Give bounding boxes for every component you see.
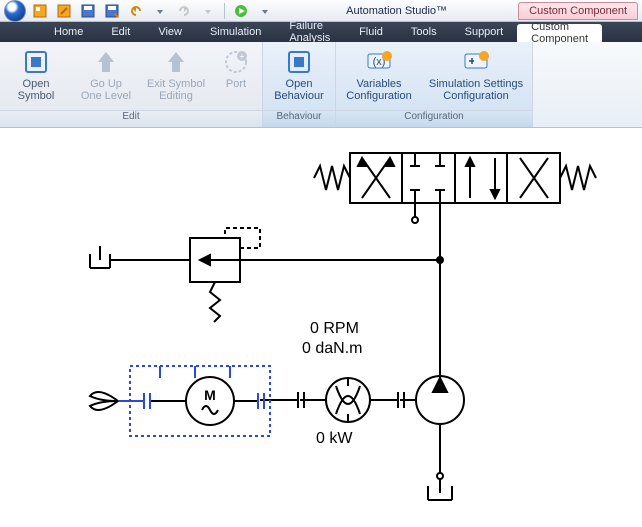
open-symbol-icon: [22, 48, 50, 76]
group-title-behaviour: Behaviour: [263, 110, 335, 127]
tab-simulation[interactable]: Simulation: [196, 22, 275, 42]
tab-view[interactable]: View: [144, 22, 196, 42]
open-behaviour-button[interactable]: OpenBehaviour: [269, 48, 329, 102]
port-button: + Port: [216, 48, 256, 90]
open-symbol-l1: Open: [23, 78, 50, 90]
directional-valve-symbol: [314, 153, 596, 203]
ribbon-group-behaviour: OpenBehaviour Behaviour: [263, 42, 336, 127]
power-reading: 0 kW: [316, 430, 352, 448]
simulation-settings-icon: [462, 48, 490, 76]
group-title-configuration: Configuration: [336, 110, 532, 127]
ribbon: OpenSymbol Go UpOne Level Exit SymbolEdi…: [0, 42, 642, 128]
quick-access-toolbar: [30, 1, 275, 21]
qat-btn-1[interactable]: [30, 1, 50, 21]
qat-btn-2[interactable]: [54, 1, 74, 21]
simulation-settings-button[interactable]: Simulation SettingsConfiguration: [426, 48, 526, 102]
title-bar: Automation Studio™ Custom Component: [0, 0, 642, 22]
qat-undo-icon[interactable]: [126, 1, 146, 21]
app-orb-button[interactable]: [4, 0, 26, 22]
qat-undo-dropdown[interactable]: [150, 1, 170, 21]
motor-letter: M: [204, 387, 216, 403]
rpm-reading: 0 RPM: [310, 320, 359, 338]
tab-edit[interactable]: Edit: [97, 22, 144, 42]
ribbon-tab-bar: Home Edit View Simulation Failure Analys…: [0, 22, 642, 42]
tab-tools[interactable]: Tools: [397, 22, 451, 42]
group-title-edit: Edit: [0, 110, 262, 127]
tab-failure-analysis[interactable]: Failure Analysis: [275, 22, 345, 42]
ribbon-group-edit: OpenSymbol Go UpOne Level Exit SymbolEdi…: [0, 42, 263, 127]
variables-config-button[interactable]: (x) VariablesConfiguration: [342, 48, 416, 102]
qat-redo-icon[interactable]: [174, 1, 194, 21]
torque-reading: 0 daN.m: [302, 340, 362, 358]
tab-custom-component[interactable]: Custom Component: [517, 24, 602, 42]
fan-symbol: [90, 392, 118, 410]
measurement-symbol: [326, 378, 370, 422]
open-symbol-l2: Symbol: [18, 90, 55, 102]
open-symbol-button[interactable]: OpenSymbol: [6, 48, 66, 102]
app-title: Automation Studio™: [275, 5, 518, 17]
tab-home[interactable]: Home: [40, 22, 97, 42]
exit-symbol-icon: [162, 48, 190, 76]
qat-separator: [224, 3, 225, 19]
qat-redo-dropdown[interactable]: [198, 1, 218, 21]
drawing-canvas[interactable]: M 0 RPM 0 daN.m 0 kW: [0, 128, 642, 527]
exit-symbol-button: Exit SymbolEditing: [146, 48, 206, 102]
tab-fluid[interactable]: Fluid: [345, 22, 397, 42]
qat-run-icon[interactable]: [231, 1, 251, 21]
go-up-button: Go UpOne Level: [76, 48, 136, 102]
pump-symbol: [416, 376, 464, 424]
svg-text:+: +: [240, 52, 245, 61]
qat-run-dropdown[interactable]: [255, 1, 275, 21]
variables-config-icon: (x): [365, 48, 393, 76]
electric-motor-symbol: M: [118, 366, 270, 436]
port-icon: +: [222, 48, 250, 76]
tab-support[interactable]: Support: [451, 22, 518, 42]
relief-valve-symbol: [190, 228, 260, 322]
qat-save-icon[interactable]: [78, 1, 98, 21]
contextual-tab-label: Custom Component: [518, 2, 638, 20]
qat-saveas-icon[interactable]: [102, 1, 122, 21]
open-behaviour-icon: [285, 48, 313, 76]
tank-left-symbol: [90, 246, 110, 268]
go-up-icon: [92, 48, 120, 76]
ribbon-group-configuration: (x) VariablesConfiguration Simulation Se…: [336, 42, 533, 127]
